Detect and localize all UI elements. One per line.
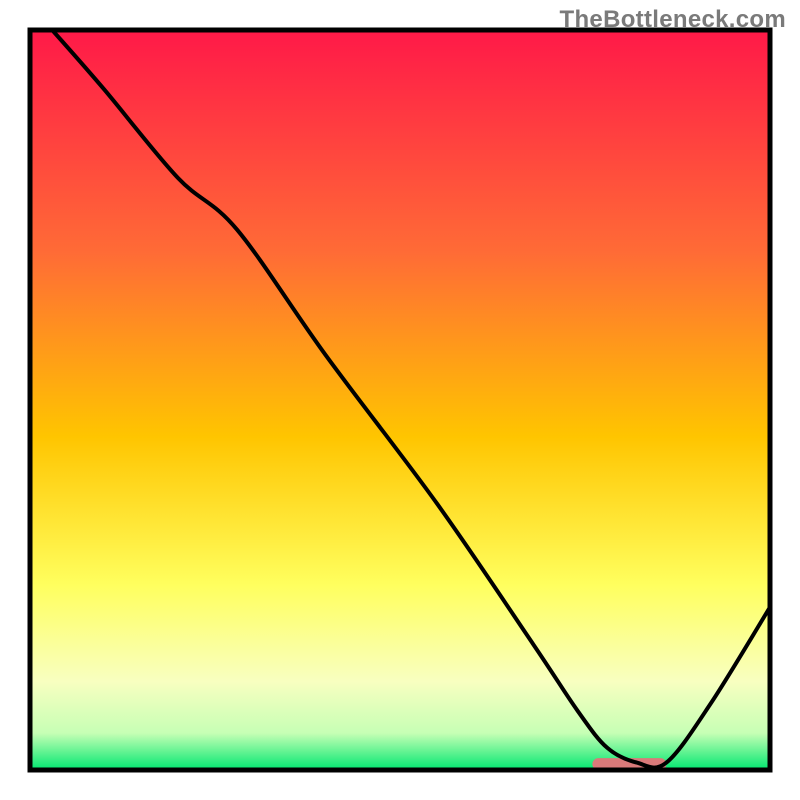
watermark-label: TheBottleneck.com [560, 6, 786, 34]
gradient-background [30, 30, 770, 770]
bottleneck-chart: TheBottleneck.com [0, 0, 800, 800]
chart-svg [0, 0, 800, 800]
